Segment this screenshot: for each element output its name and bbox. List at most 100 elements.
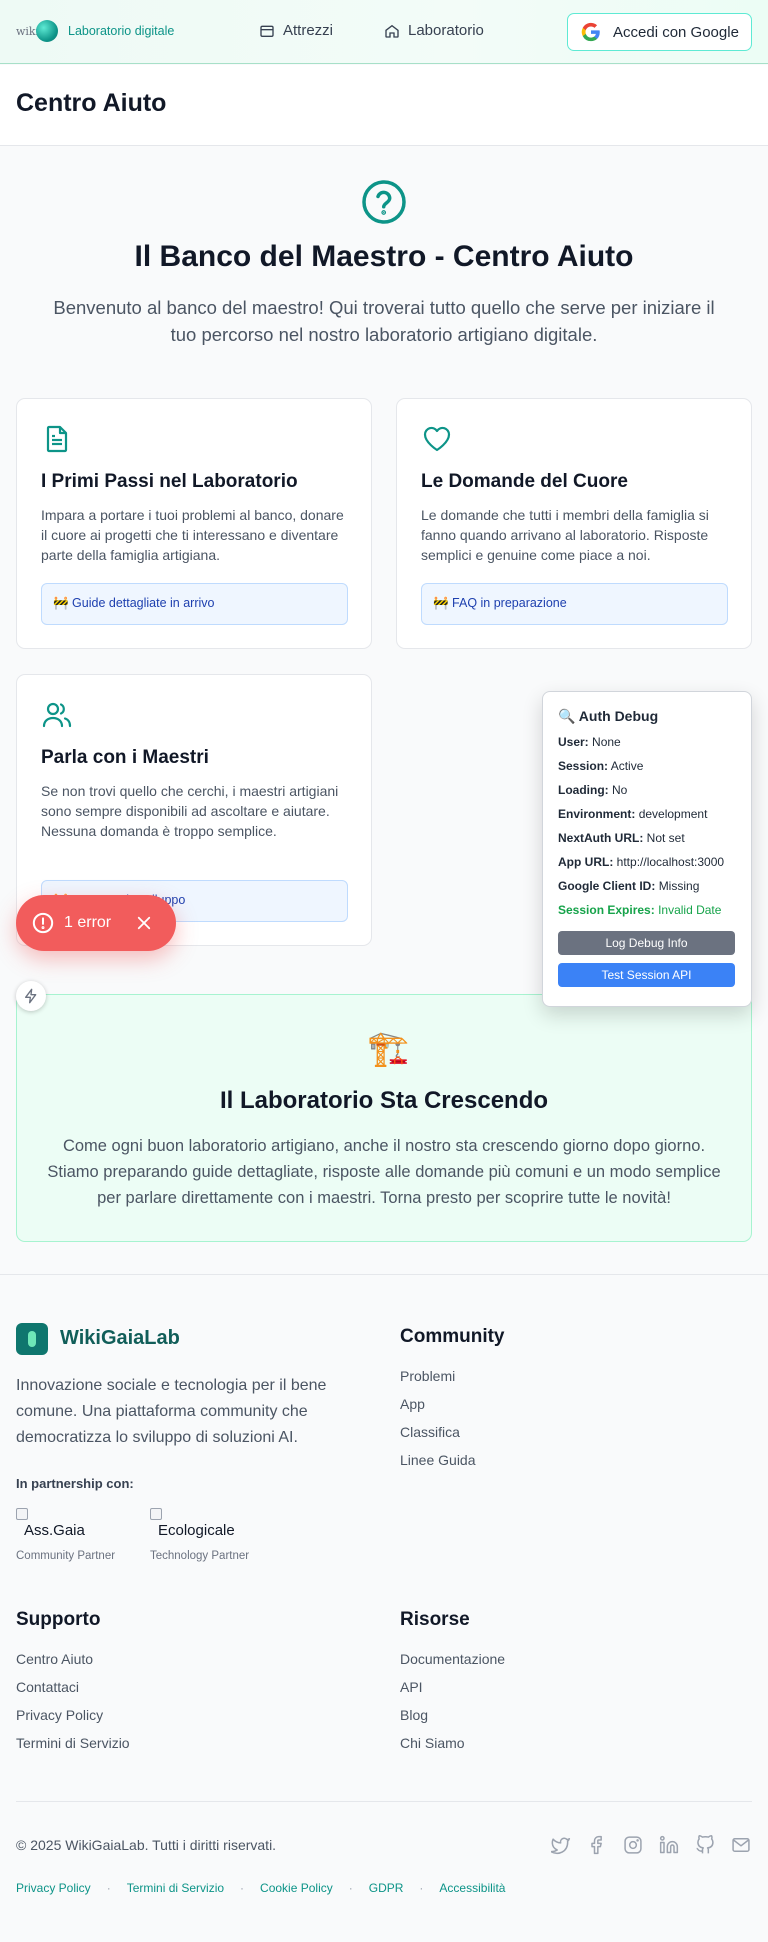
growing-section: 🏗️ Il Laboratorio Sta Crescendo Come ogn…	[16, 994, 752, 1242]
dev-tools-button[interactable]	[16, 981, 46, 1011]
footer-col-title: Community	[400, 1326, 505, 1347]
card-text: Impara a portare i tuoi problemi al banc…	[41, 507, 344, 563]
hero-description: Benvenuto al banco del maestro! Qui trov…	[53, 297, 715, 345]
card-text: Se non trovi quello che cerchi, i maestr…	[41, 783, 339, 839]
footer-link-problemi[interactable]: Problemi	[400, 1362, 505, 1390]
social-links	[551, 1835, 751, 1855]
footer-link-termini[interactable]: Termini di Servizio	[16, 1729, 130, 1757]
footer-col-risorse: Risorse Documentazione API Blog Chi Siam…	[400, 1609, 505, 1757]
debug-row-session-expires: Session Expires: Invalid Date	[558, 902, 736, 926]
footer-link-classifica[interactable]: Classifica	[400, 1418, 505, 1446]
card-domande: Le Domande del Cuore Le domande che tutt…	[396, 398, 752, 649]
close-icon[interactable]	[135, 914, 153, 932]
debug-row-loading: Loading: No	[558, 782, 736, 806]
mail-icon[interactable]	[731, 1835, 751, 1855]
legal-link-gdpr[interactable]: GDPR	[369, 1881, 404, 1895]
nav-attrezzi[interactable]: Attrezzi	[259, 22, 333, 39]
debug-row-google-client-id: Google Client ID: Missing	[558, 878, 736, 902]
card-primi-passi: I Primi Passi nel Laboratorio Impara a p…	[16, 398, 372, 649]
google-login-button[interactable]: Accedi con Google	[567, 13, 752, 51]
card-status-note: 🚧 Guide dettagliate in arrivo	[41, 583, 348, 625]
alert-circle-icon	[32, 912, 54, 934]
lightning-icon	[25, 988, 37, 1004]
debug-value: None	[592, 735, 621, 749]
partner-logo-broken-image: Ass.Gaia	[16, 1508, 106, 1540]
instagram-icon[interactable]	[623, 1835, 643, 1855]
card-status-note: 🚧 FAQ in preparazione	[421, 583, 728, 625]
log-debug-button[interactable]: Log Debug Info	[558, 931, 735, 955]
footer-col-title: Risorse	[400, 1609, 470, 1630]
partner-label: Technology Partner	[150, 1550, 250, 1562]
footer-link-centro-aiuto[interactable]: Centro Aiuto	[16, 1645, 130, 1673]
legal-link-cookie[interactable]: Cookie Policy	[260, 1881, 333, 1895]
footer-divider	[16, 1801, 752, 1802]
card-text: Le domande che tutti i membri della fami…	[421, 507, 709, 563]
twitter-icon[interactable]	[551, 1835, 571, 1855]
debug-title: 🔍 Auth Debug	[558, 708, 659, 724]
footer-description: Innovazione sociale e tecnologia per il …	[16, 1377, 327, 1446]
debug-key: User:	[558, 735, 589, 749]
partner-logo-broken-image: Ecologicale	[150, 1508, 234, 1540]
separator-dot: ·	[106, 1881, 111, 1895]
debug-key: Google Client ID:	[558, 879, 656, 893]
footer-link-contattaci[interactable]: Contattaci	[16, 1673, 130, 1701]
page-title-bar: Centro Aiuto	[0, 65, 768, 146]
debug-value: Active	[610, 759, 644, 773]
logo[interactable]: wiki	[16, 20, 59, 42]
footer-link-documentazione[interactable]: Documentazione	[400, 1645, 505, 1673]
footer-col-title: Supporto	[16, 1609, 101, 1630]
legal-link-termini[interactable]: Termini di Servizio	[127, 1881, 224, 1895]
debug-value: Missing	[658, 879, 700, 893]
auth-debug-panel: 🔍 Auth Debug User: None Session: Active …	[542, 691, 752, 1007]
debug-key: Session:	[558, 759, 609, 773]
partnership-label: In partnership con:	[16, 1476, 134, 1491]
wikigaialab-logo-icon	[16, 1323, 48, 1355]
footer-brand[interactable]: WikiGaiaLab	[60, 1327, 180, 1350]
facebook-icon[interactable]	[587, 1835, 607, 1855]
footer-link-blog[interactable]: Blog	[400, 1701, 505, 1729]
card-title: Parla con i Maestri	[41, 747, 209, 768]
legal-links: Privacy Policy · Termini di Servizio · C…	[16, 1881, 505, 1895]
debug-key: Session Expires:	[558, 903, 655, 917]
nav-attrezzi-label: Attrezzi	[283, 22, 334, 39]
partner-label: Community Partner	[16, 1550, 116, 1562]
users-icon	[42, 702, 72, 728]
github-icon[interactable]	[695, 1835, 715, 1855]
debug-row-nextauth-url: NextAuth URL: Not set	[558, 830, 736, 854]
error-badge[interactable]: 1 error	[16, 895, 176, 951]
separator-dot: ·	[419, 1881, 424, 1895]
brand-subtitle: Laboratorio digitale	[68, 24, 175, 38]
legal-link-privacy[interactable]: Privacy Policy	[16, 1881, 91, 1895]
debug-value: development	[638, 807, 708, 821]
footer-link-linee-guida[interactable]: Linee Guida	[400, 1446, 505, 1474]
debug-key: Environment:	[558, 807, 636, 821]
card-title: Le Domande del Cuore	[421, 471, 628, 492]
legal-link-accessibilita[interactable]: Accessibilità	[439, 1881, 505, 1895]
card-title: I Primi Passi nel Laboratorio	[41, 471, 298, 492]
hero-title: Il Banco del Maestro - Centro Aiuto	[134, 240, 634, 273]
globe-logo-icon	[36, 20, 59, 42]
footer-col-community: Community Problemi App Classifica Linee …	[400, 1326, 505, 1474]
document-icon	[46, 425, 68, 453]
partner-ass-gaia[interactable]: Ass.Gaia Community Partner	[16, 1508, 116, 1562]
debug-row-session: Session: Active	[558, 758, 736, 782]
calendar-icon	[260, 25, 274, 37]
debug-row-app-url: App URL: http://localhost:3000	[558, 854, 736, 878]
debug-value: Not set	[646, 831, 685, 845]
google-login-label: Accedi con Google	[613, 23, 739, 41]
debug-value: No	[612, 783, 628, 797]
footer-link-api[interactable]: API	[400, 1673, 505, 1701]
footer-link-chi-siamo[interactable]: Chi Siamo	[400, 1729, 505, 1757]
test-session-button[interactable]: Test Session API	[558, 963, 735, 987]
partner-ecologicale[interactable]: Ecologicale Technology Partner	[150, 1508, 250, 1562]
debug-value: Invalid Date	[658, 903, 722, 917]
heart-icon	[423, 426, 451, 452]
nav-laboratorio[interactable]: Laboratorio	[384, 22, 484, 39]
top-header: wiki Laboratorio digitale Attrezzi Labor…	[0, 0, 768, 64]
growing-text: Come ogni buon laboratorio artigiano, an…	[47, 1137, 721, 1207]
footer-link-privacy[interactable]: Privacy Policy	[16, 1701, 130, 1729]
linkedin-icon[interactable]	[659, 1835, 679, 1855]
footer-link-app[interactable]: App	[400, 1390, 505, 1418]
debug-row-environment: Environment: development	[558, 806, 736, 830]
error-count-label: 1 error	[64, 914, 112, 931]
